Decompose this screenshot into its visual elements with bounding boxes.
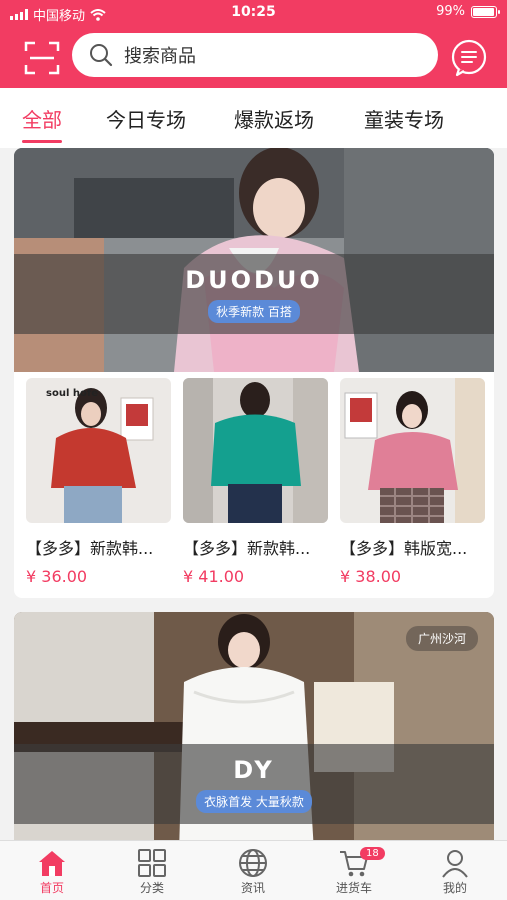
user-icon <box>442 850 468 878</box>
shop-banner-band: DUODUO 秋季新款 百搭 <box>14 254 494 334</box>
cart-count-badge: 18 <box>360 847 385 860</box>
product-image <box>183 378 328 523</box>
nav-label: 分类 <box>139 881 164 895</box>
shop-card[interactable]: DUODUO 秋季新款 百搭 soul hofe 【多多】新款韩... ¥ 36… <box>14 148 494 598</box>
globe-icon <box>239 849 267 877</box>
nav-label: 资讯 <box>240 881 265 895</box>
shop-name: DUODUO <box>185 265 323 294</box>
nav-label: 进货车 <box>335 881 372 895</box>
search-placeholder: 搜索商品 <box>124 46 196 67</box>
status-right: 99% <box>436 4 500 19</box>
status-bar: 中国移动 10:25 99% <box>0 0 507 26</box>
shop-tag: 秋季新款 百搭 <box>208 299 300 323</box>
product-title: 【多多】新款韩... <box>26 539 154 558</box>
search-icon <box>90 44 113 67</box>
shop-banner-band: DY 衣脉首发 大量秋款 <box>14 744 494 824</box>
shop-card[interactable]: 广州沙河 DY 衣脉首发 大量秋款 <box>14 612 494 840</box>
product-card[interactable]: soul hofe 【多多】新款韩... ¥ 36.00 <box>26 378 171 586</box>
product-price: ¥ 36.00 <box>26 567 88 586</box>
nav-news[interactable]: 资讯 <box>213 847 293 896</box>
nav-label: 我的 <box>442 881 467 895</box>
shop-banner[interactable]: 广州沙河 DY 衣脉首发 大量秋款 <box>14 612 494 840</box>
product-card[interactable]: 【多多】新款韩... ¥ 41.00 <box>183 378 328 586</box>
tab-hot-return[interactable]: 爆款返场 <box>234 104 314 133</box>
category-tabs: 全部 今日专场 爆款返场 童装专场 <box>0 88 507 148</box>
product-price: ¥ 41.00 <box>183 567 245 586</box>
app-header: 中国移动 10:25 99% 搜索商品 <box>0 0 507 88</box>
nav-category[interactable]: 分类 <box>112 847 192 896</box>
shop-location-badge: 广州沙河 <box>405 626 478 651</box>
battery-icon <box>471 5 500 18</box>
product-image <box>340 378 485 523</box>
product-card[interactable]: 【多多】韩版宽... ¥ 38.00 <box>340 378 485 586</box>
nav-home[interactable]: 首页 <box>12 847 92 896</box>
search-input[interactable]: 搜索商品 <box>72 33 438 77</box>
status-time: 10:25 <box>231 4 276 20</box>
product-image-text: soul hofe <box>46 388 98 399</box>
product-list: soul hofe 【多多】新款韩... ¥ 36.00 【多多】新款韩... … <box>14 372 494 586</box>
product-title: 【多多】新款韩... <box>183 539 311 558</box>
nav-cart[interactable]: 18 进货车 <box>314 847 394 896</box>
tab-all[interactable]: 全部 <box>22 104 62 143</box>
feed[interactable]: DUODUO 秋季新款 百搭 soul hofe 【多多】新款韩... ¥ 36… <box>0 148 507 840</box>
product-price: ¥ 38.00 <box>340 567 402 586</box>
home-icon <box>39 851 65 876</box>
product-title: 【多多】韩版宽... <box>340 539 468 558</box>
shop-name: DY <box>233 755 275 784</box>
tab-today-special[interactable]: 今日专场 <box>106 104 186 133</box>
bottom-nav: 首页 分类 资讯 18 进货车 我的 <box>0 840 507 900</box>
shop-tag: 衣脉首发 大量秋款 <box>196 789 312 813</box>
grid-icon <box>138 849 166 877</box>
shop-banner[interactable]: DUODUO 秋季新款 百搭 <box>14 148 494 372</box>
nav-label: 首页 <box>39 881 64 895</box>
product-image: soul hofe <box>26 378 171 523</box>
nav-profile[interactable]: 我的 <box>415 847 495 896</box>
scan-icon[interactable] <box>24 40 60 76</box>
tab-kids-special[interactable]: 童装专场 <box>364 104 444 133</box>
message-icon[interactable] <box>450 39 488 77</box>
battery-label: 99% <box>436 4 465 19</box>
